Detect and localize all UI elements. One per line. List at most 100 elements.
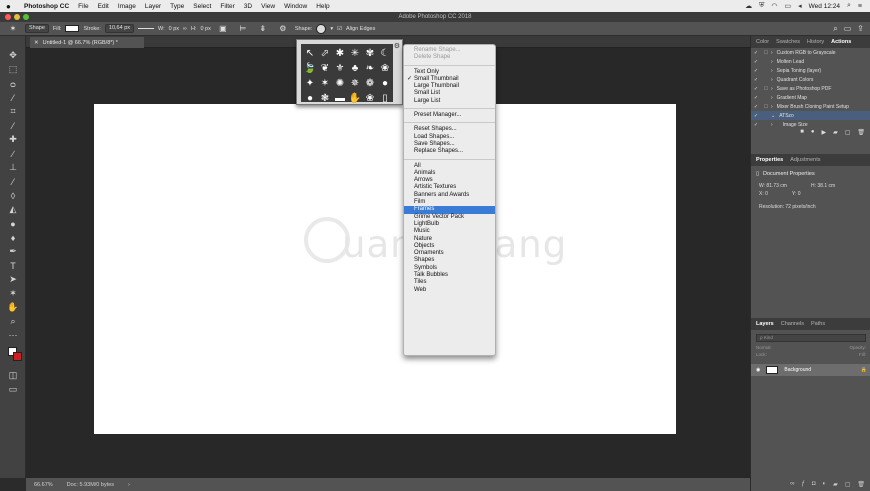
tab-paths[interactable]: Paths xyxy=(811,321,825,327)
folder-icon[interactable]: ▰ xyxy=(833,481,838,488)
custom-shape-tool-icon[interactable]: ✶ xyxy=(5,24,21,34)
lock-label[interactable]: Lock: xyxy=(756,352,767,357)
menu-item-ornaments[interactable]: Ornaments xyxy=(404,250,495,257)
share-icon[interactable]: ⇪ xyxy=(857,24,864,34)
menu-view[interactable]: View xyxy=(261,3,275,10)
menu-item-symbols[interactable]: Symbols xyxy=(404,265,495,272)
chevron-right-icon[interactable]: › xyxy=(771,59,773,65)
menu-item-banners-and-awards[interactable]: Banners and Awards xyxy=(404,192,495,199)
zoom-window-button[interactable] xyxy=(23,14,29,20)
marquee-tool-icon[interactable]: ⬚ xyxy=(6,64,20,75)
doc-height[interactable]: H: 38.1 cm xyxy=(811,183,835,189)
check-icon[interactable]: ✓ xyxy=(751,122,761,128)
custom-shape-tool-icon[interactable]: ✶ xyxy=(6,288,20,299)
menu-file[interactable]: File xyxy=(78,3,88,10)
menu-filter[interactable]: Filter xyxy=(220,3,234,10)
shape-thumbnail[interactable]: ❀ xyxy=(378,61,392,75)
screen-mode-icon[interactable]: ▭ xyxy=(6,384,20,395)
check-icon[interactable]: ✓ xyxy=(751,86,761,92)
chevron-right-icon[interactable]: › xyxy=(771,104,773,110)
align-edges-checkbox[interactable]: ☑ xyxy=(337,26,342,32)
tab-color[interactable]: Color xyxy=(756,39,769,45)
link-icon[interactable]: ∞ xyxy=(790,481,794,488)
chevron-right-icon[interactable]: › xyxy=(771,50,773,56)
path-alignment-icon[interactable]: ⊨ xyxy=(235,24,251,34)
shape-thumbnail[interactable]: 🍃 xyxy=(303,61,317,75)
menu-item-small-thumbnail[interactable]: Small Thumbnail xyxy=(404,76,495,84)
menu-item-music[interactable]: Music xyxy=(404,228,495,235)
chevron-down-icon[interactable]: ⌄ xyxy=(771,113,775,119)
blur-tool-icon[interactable]: ● xyxy=(6,218,20,229)
shape-thumbnail[interactable]: ⚜ xyxy=(333,61,347,75)
move-tool-icon[interactable]: ✥ xyxy=(6,50,20,61)
eraser-tool-icon[interactable]: ◊ xyxy=(6,190,20,201)
zoom-level[interactable]: 66.67% xyxy=(34,482,53,488)
shape-thumbnail[interactable]: ✵ xyxy=(348,76,362,90)
check-icon[interactable]: ✓ xyxy=(751,59,761,65)
adjustment-icon[interactable]: ◐ xyxy=(822,481,826,488)
hand-tool-icon[interactable]: ✋ xyxy=(6,302,20,313)
quick-select-tool-icon[interactable]: ⁄ xyxy=(6,92,20,103)
menu-item-animals[interactable]: Animals xyxy=(404,170,495,177)
check-icon[interactable]: ✓ xyxy=(751,104,761,110)
action-row[interactable]: ✓ › Quadrant Colors xyxy=(751,75,870,84)
folder-icon[interactable]: ▰ xyxy=(833,129,838,139)
shape-thumbnail[interactable]: ✾ xyxy=(363,46,377,60)
new-action-icon[interactable]: ▢ xyxy=(845,129,851,139)
menu-item-objects[interactable]: Objects xyxy=(404,243,495,250)
check-icon[interactable]: ✓ xyxy=(751,68,761,74)
layer-filter-input[interactable]: ρ Kind xyxy=(756,334,866,342)
shape-thumbnail[interactable]: ❀ xyxy=(363,91,377,105)
brush-tool-icon[interactable]: ∕ xyxy=(6,148,20,159)
shape-thumbnail[interactable]: ● xyxy=(303,91,317,105)
shape-thumbnail[interactable]: ● xyxy=(378,76,392,90)
chevron-right-icon[interactable]: › xyxy=(771,68,773,74)
chevron-down-icon[interactable]: ▾ xyxy=(330,26,333,32)
path-selection-tool-icon[interactable]: ➤ xyxy=(6,274,20,285)
stroke-width-field[interactable]: 10,64 px xyxy=(104,24,135,33)
zoom-tool-icon[interactable]: ⌕ xyxy=(6,316,20,327)
shape-thumbnail[interactable]: ❦ xyxy=(318,61,332,75)
action-row-selected[interactable]: ✓ ⌄ ATSzo xyxy=(751,111,870,120)
menu-item-large-list[interactable]: Large List xyxy=(404,98,495,105)
check-icon[interactable]: ✓ xyxy=(751,95,761,101)
shape-thumbnail[interactable]: ⬀ xyxy=(318,46,332,60)
menu-app-name[interactable]: Photoshop CC xyxy=(24,3,69,10)
action-row[interactable]: ✓ ☐ › Custom RGB to Grayscale xyxy=(751,48,870,57)
fill-swatch[interactable] xyxy=(65,25,80,32)
menu-item-web[interactable]: Web xyxy=(404,287,495,294)
document-tab[interactable]: ✕ Untitled-1 @ 66.7% (RGB/8*) * xyxy=(30,37,144,48)
height-field[interactable]: 0 px xyxy=(200,26,210,32)
shape-thumbnail[interactable]: ✺ xyxy=(333,76,347,90)
chevron-right-icon[interactable]: › xyxy=(771,95,773,101)
menu-item-frames[interactable]: Frames xyxy=(404,206,495,214)
mask-icon[interactable]: ◘ xyxy=(812,481,816,488)
eye-icon[interactable]: ◉ xyxy=(756,367,760,373)
opacity-label[interactable]: Opacity: xyxy=(849,345,866,350)
pen-tool-icon[interactable]: ✒ xyxy=(6,246,20,257)
shape-thumbnail[interactable]: ☾ xyxy=(378,46,392,60)
healing-brush-tool-icon[interactable]: ✚ xyxy=(6,134,20,145)
tab-swatches[interactable]: Swatches xyxy=(776,39,800,45)
trash-icon[interactable]: 🗑 xyxy=(857,129,865,139)
menu-item-talk-bubbles[interactable]: Talk Bubbles xyxy=(404,272,495,279)
fill-label[interactable]: Fill: xyxy=(859,352,866,357)
action-step-row[interactable]: ✓ › Image Size xyxy=(751,120,870,129)
record-icon[interactable]: ● xyxy=(811,129,815,139)
link-icon[interactable]: ∞ xyxy=(183,26,187,32)
dialog-toggle[interactable]: ☐ xyxy=(761,86,771,92)
quick-mask-icon[interactable]: ◫ xyxy=(6,370,20,381)
menu-item-load-shapes[interactable]: Load Shapes... xyxy=(404,134,495,141)
menu-help[interactable]: Help xyxy=(316,3,329,10)
menu-item-grime-vector-pack[interactable]: Grime Vector Pack xyxy=(404,214,495,221)
tool-mode-select[interactable]: Shape xyxy=(25,24,49,33)
blend-mode-select[interactable]: Normal xyxy=(756,345,771,350)
check-icon[interactable]: ✓ xyxy=(751,77,761,83)
shape-thumbnail[interactable]: ✦ xyxy=(303,76,317,90)
menu-item-all[interactable]: All xyxy=(404,163,495,170)
doc-x[interactable]: X: 0 xyxy=(759,191,768,197)
menu-item-small-list[interactable]: Small List xyxy=(404,90,495,97)
action-row[interactable]: ✓ › Sepia Toning (layer) xyxy=(751,66,870,75)
chevron-right-icon[interactable]: › xyxy=(128,482,130,488)
minimize-window-button[interactable] xyxy=(14,14,20,20)
